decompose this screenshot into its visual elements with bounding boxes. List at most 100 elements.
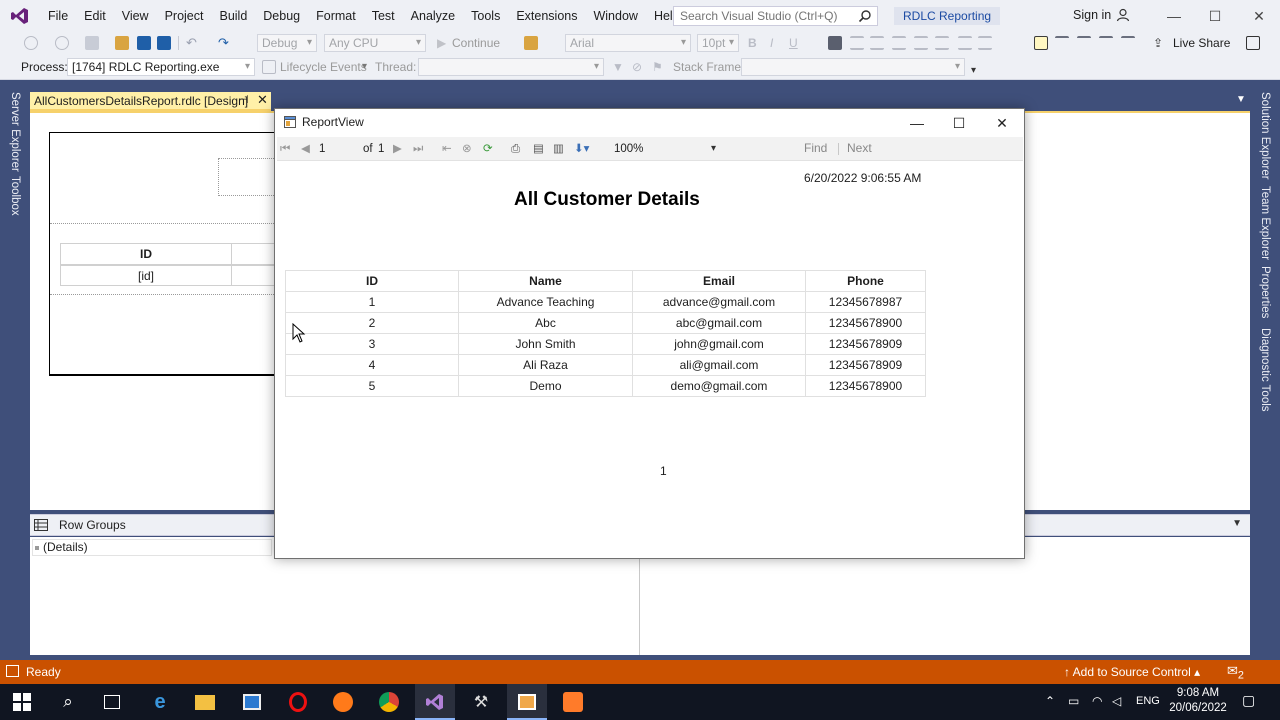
properties-tab[interactable]: Properties: [1259, 266, 1271, 318]
search-icon[interactable]: ⌕: [56, 690, 80, 714]
menu-view[interactable]: View: [114, 0, 157, 32]
export-icon[interactable]: ⬇▾: [574, 141, 589, 157]
toolbar-overflow-icon[interactable]: ▾: [971, 60, 976, 82]
notifications-icon[interactable]: ✉2: [1227, 663, 1244, 682]
search-icon[interactable]: [858, 9, 872, 23]
background-color-icon[interactable]: [828, 36, 842, 50]
lifecycle-events-button[interactable]: Lifecycle Events: [280, 56, 367, 78]
chevron-down-icon[interactable]: ▼: [1232, 518, 1242, 529]
diagnostic-tools-tab[interactable]: Diagnostic Tools: [1259, 328, 1271, 412]
find-next-button[interactable]: Next: [847, 141, 872, 155]
tablix-data-cell[interactable]: [232, 265, 276, 286]
report-render-area[interactable]: 6/20/2022 9:06:55 AM All Customer Detail…: [275, 162, 1024, 558]
next-page-icon[interactable]: ▶: [393, 141, 402, 157]
close-icon[interactable]: ✕: [1244, 4, 1274, 28]
align-top-icon[interactable]: [1055, 36, 1069, 50]
user-icon[interactable]: [1116, 8, 1130, 22]
configuration-dropdown[interactable]: Debug: [257, 34, 317, 52]
size-icon[interactable]: [1121, 36, 1135, 50]
align-middle-icon[interactable]: [1077, 36, 1091, 50]
minimize-icon[interactable]: ―: [1159, 4, 1189, 28]
menu-test[interactable]: Test: [364, 0, 403, 32]
zoom-dropdown[interactable]: 100%: [614, 140, 718, 158]
tablix-header-cell[interactable]: [232, 243, 276, 265]
refresh-icon[interactable]: ⟳: [483, 141, 493, 157]
winforms-app-icon[interactable]: [515, 690, 539, 714]
edge-icon[interactable]: e: [148, 690, 172, 714]
report-title-textbox[interactable]: [218, 158, 276, 196]
volume-icon[interactable]: ◁: [1112, 694, 1121, 708]
previous-page-icon[interactable]: ◀: [301, 141, 310, 157]
stack-frame-dropdown[interactable]: [741, 58, 965, 76]
forward-icon[interactable]: [55, 36, 69, 50]
feedback-icon[interactable]: [1246, 36, 1260, 50]
opera-icon[interactable]: [286, 690, 310, 714]
live-share-icon[interactable]: ⇪: [1153, 32, 1163, 54]
back-icon[interactable]: [24, 36, 38, 50]
open-folder-icon[interactable]: [115, 36, 129, 50]
print-layout-icon[interactable]: ▤: [533, 141, 544, 157]
lifecycle-icon[interactable]: [262, 60, 276, 74]
recorder-icon[interactable]: [561, 690, 585, 714]
menu-analyze[interactable]: Analyze: [403, 0, 463, 32]
save-all-icon[interactable]: [157, 36, 171, 50]
report-viewer-titlebar[interactable]: ReportView ― ☐ ✕: [275, 109, 1024, 137]
current-page-input[interactable]: [319, 141, 355, 157]
align-bottom-icon[interactable]: [1099, 36, 1113, 50]
new-project-icon[interactable]: [85, 36, 99, 50]
save-icon[interactable]: [137, 36, 151, 50]
numbering-icon[interactable]: [935, 36, 949, 50]
team-explorer-tab[interactable]: Team Explorer: [1259, 186, 1271, 260]
toggle-filter-icon[interactable]: ⊘: [632, 60, 646, 74]
last-page-icon[interactable]: ⏭: [413, 141, 423, 157]
chrome-icon[interactable]: [377, 690, 401, 714]
visual-studio-logo-icon[interactable]: [0, 0, 40, 32]
toolbox-tab[interactable]: Toolbox: [9, 176, 21, 216]
search-input[interactable]: [673, 6, 878, 26]
menu-build[interactable]: Build: [211, 0, 255, 32]
close-tab-icon[interactable]: ✕: [257, 92, 268, 108]
redo-icon[interactable]: ↷: [218, 36, 232, 50]
maximize-icon[interactable]: ☐: [938, 111, 980, 135]
windows-start-icon[interactable]: [10, 690, 34, 714]
align-center-icon[interactable]: [870, 36, 884, 50]
bullets-icon[interactable]: [914, 36, 928, 50]
maximize-icon[interactable]: ☐: [1200, 4, 1230, 28]
font-size-dropdown[interactable]: 10pt: [697, 34, 739, 52]
add-to-source-control-button[interactable]: ↑ Add to Source Control ▴: [1064, 665, 1200, 679]
align-right-icon[interactable]: [892, 36, 906, 50]
stop-rendering-icon[interactable]: ⊗: [462, 141, 472, 157]
flag-threads-icon[interactable]: ⚑: [652, 60, 666, 74]
outdent-icon[interactable]: [978, 36, 992, 50]
sign-in-link[interactable]: Sign in: [1073, 8, 1111, 22]
menu-project[interactable]: Project: [157, 0, 212, 32]
task-view-icon[interactable]: [100, 690, 124, 714]
tablix-header-cell[interactable]: ID: [60, 243, 232, 265]
bold-icon[interactable]: B: [748, 32, 757, 54]
menu-edit[interactable]: Edit: [76, 0, 114, 32]
menu-file[interactable]: File: [40, 0, 76, 32]
menu-extensions[interactable]: Extensions: [508, 0, 585, 32]
battery-icon[interactable]: ▭: [1068, 694, 1079, 708]
server-explorer-tab[interactable]: Server Explorer: [9, 92, 21, 172]
clock[interactable]: 9:08 AM 20/06/2022: [1168, 686, 1228, 716]
menu-tools[interactable]: Tools: [463, 0, 508, 32]
find-input[interactable]: [727, 140, 797, 158]
menu-window[interactable]: Window: [585, 0, 645, 32]
report-layout-icon[interactable]: [1034, 36, 1048, 50]
attach-icon[interactable]: [524, 36, 538, 50]
action-center-icon[interactable]: ▢: [1242, 692, 1255, 709]
tab-overflow-icon[interactable]: ▼: [1236, 94, 1246, 105]
menu-format[interactable]: Format: [308, 0, 364, 32]
print-icon[interactable]: ⎙: [511, 141, 520, 157]
tab-report-design[interactable]: AllCustomersDetailsReport.rdlc [Design] …: [30, 92, 271, 111]
page-setup-icon[interactable]: ▥: [553, 141, 564, 157]
filter-icon[interactable]: ▼: [612, 60, 626, 74]
continue-button[interactable]: Continue: [452, 32, 500, 54]
font-dropdown[interactable]: Arial: [565, 34, 691, 52]
minimize-icon[interactable]: ―: [896, 111, 938, 135]
visual-studio-icon[interactable]: [423, 690, 447, 714]
chevron-down-icon[interactable]: ▾: [362, 56, 367, 78]
store-icon[interactable]: [240, 690, 264, 714]
process-dropdown[interactable]: [1764] RDLC Reporting.exe: [67, 58, 255, 76]
